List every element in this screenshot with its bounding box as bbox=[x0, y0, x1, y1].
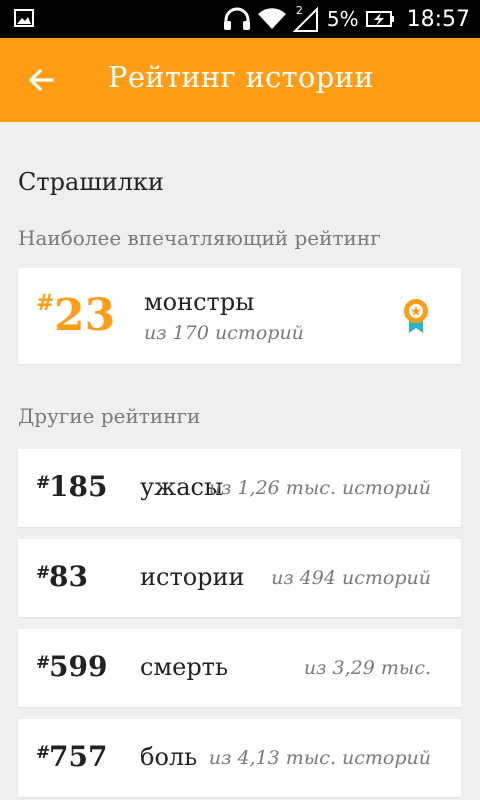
battery-percent: 5% bbox=[326, 7, 359, 31]
tag-name: монстры bbox=[144, 288, 255, 316]
gallery-notification-icon bbox=[14, 9, 34, 27]
ranking-row[interactable]: # 599 смерть из 3,29 тыс. bbox=[18, 629, 461, 707]
clock: 18:57 bbox=[406, 6, 470, 32]
story-count: из 494 историй bbox=[271, 567, 431, 589]
app-toolbar: Рейтинг истории bbox=[0, 38, 480, 122]
story-count: из 170 историй bbox=[144, 322, 304, 344]
ranking-row[interactable]: # 83 истории из 494 историй bbox=[18, 539, 461, 617]
tag-name: истории bbox=[140, 563, 245, 591]
ranking-row[interactable]: # 757 боль из 4,13 тыс. историй bbox=[18, 719, 461, 797]
rank-hash: # bbox=[36, 290, 55, 316]
headphones-icon bbox=[223, 7, 250, 30]
rank-number: 757 bbox=[49, 740, 108, 773]
category-title: Страшилки bbox=[18, 168, 164, 196]
featured-ranking-heading: Наиболее впечатляющий рейтинг bbox=[18, 226, 381, 250]
rank-number: 83 bbox=[49, 560, 88, 593]
featured-ranking-card[interactable]: # 23 монстры из 170 историй bbox=[18, 268, 461, 364]
sim-slot-label: 2 bbox=[295, 4, 303, 17]
tag-name: боль bbox=[140, 743, 198, 771]
page-title: Рейтинг истории bbox=[108, 60, 374, 94]
other-rankings-heading: Другие рейтинги bbox=[18, 404, 201, 428]
status-bar: 2 5% 18:57 bbox=[0, 0, 480, 38]
rank-number: 23 bbox=[54, 290, 116, 341]
story-count: из 1,26 тыс. историй bbox=[208, 477, 431, 499]
ranking-row[interactable]: # 185 ужасы из 1,26 тыс. историй bbox=[18, 449, 461, 527]
medal-icon bbox=[404, 299, 428, 333]
battery-charging-icon bbox=[365, 11, 394, 27]
cell-signal-icon: 2 bbox=[292, 4, 319, 32]
story-count: из 4,13 тыс. историй bbox=[208, 747, 431, 769]
rank-number: 185 bbox=[49, 470, 108, 503]
back-arrow-icon[interactable] bbox=[22, 60, 62, 100]
wifi-icon bbox=[257, 8, 286, 30]
rank-number: 599 bbox=[49, 650, 108, 683]
story-count: из 3,29 тыс. bbox=[303, 657, 431, 679]
tag-name: смерть bbox=[140, 653, 229, 681]
